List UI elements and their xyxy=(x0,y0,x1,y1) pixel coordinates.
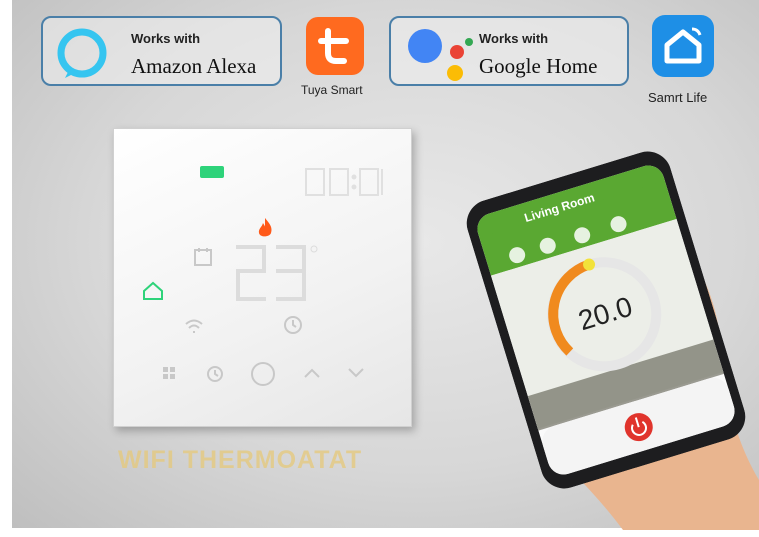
schedule-icon xyxy=(194,248,212,266)
clock-digits-display xyxy=(305,168,383,196)
alexa-badge: Works with Amazon Alexa xyxy=(41,16,282,86)
alexa-logo-icon xyxy=(57,28,107,78)
google-works-with-text: Works with xyxy=(479,31,549,46)
wed-day-indicator xyxy=(200,166,224,178)
down-arrow-button-icon[interactable] xyxy=(347,367,365,379)
tuya-logo-icon xyxy=(306,17,364,75)
home-mode-icon xyxy=(143,281,163,300)
product-label: WIFI THERMOATAT xyxy=(118,446,363,474)
wifi-icon xyxy=(185,319,203,333)
google-name-text: Google Home xyxy=(479,54,598,78)
flame-icon xyxy=(258,218,272,237)
clock-button-icon[interactable] xyxy=(206,365,224,383)
temperature-digits-display xyxy=(236,245,318,301)
up-arrow-button-icon[interactable] xyxy=(303,367,321,379)
alexa-name-text: Amazon Alexa xyxy=(131,54,257,78)
google-assistant-icon xyxy=(408,29,473,81)
smartlife-caption: Samrt Life xyxy=(648,90,708,105)
power-button-icon[interactable] xyxy=(250,361,276,387)
timer-icon xyxy=(284,316,302,334)
smartlife-logo-icon xyxy=(652,15,714,77)
tuya-caption: Tuya Smart xyxy=(301,83,363,97)
menu-button-icon[interactable] xyxy=(161,365,177,381)
image-border xyxy=(0,0,12,537)
thermostat-panel xyxy=(113,128,412,427)
alexa-works-with-text: Works with xyxy=(131,31,201,46)
google-badge: Works with Google Home xyxy=(389,16,629,86)
